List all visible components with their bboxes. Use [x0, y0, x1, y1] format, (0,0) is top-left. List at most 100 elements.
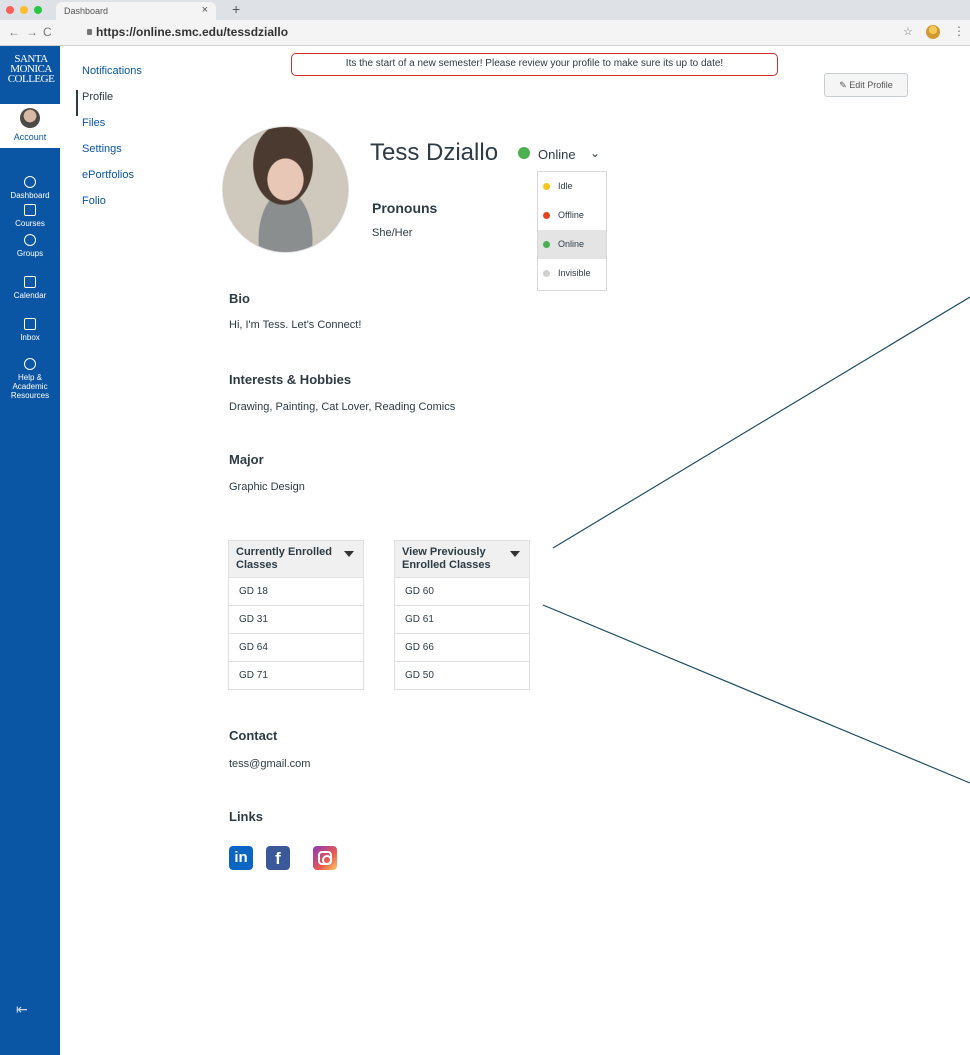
- browser-profile-avatar[interactable]: [926, 25, 940, 39]
- global-nav-courses[interactable]: Courses: [0, 204, 60, 228]
- global-nav-dashboard[interactable]: Dashboard: [0, 176, 60, 200]
- chevron-down-icon[interactable]: ⌄: [590, 146, 600, 160]
- major-value: Graphic Design: [229, 481, 305, 493]
- minimize-window-icon[interactable]: [20, 6, 28, 14]
- linkedin-icon[interactable]: in: [229, 846, 253, 870]
- caret-down-icon: [510, 551, 520, 557]
- edit-profile-label: Edit Profile: [849, 80, 893, 90]
- subnav-profile[interactable]: Profile: [76, 90, 180, 116]
- global-nav-calendar[interactable]: Calendar: [0, 276, 60, 300]
- inbox-icon: [24, 318, 36, 330]
- url-text: https://online.smc.edu/tessdziallo: [96, 25, 289, 39]
- maximize-window-icon[interactable]: [34, 6, 42, 14]
- current-classes-dropdown[interactable]: Currently Enrolled Classes: [229, 541, 363, 577]
- status-offline-icon: [543, 212, 550, 219]
- subnav-eportfolios[interactable]: ePortfolios: [80, 168, 180, 194]
- contact-email[interactable]: tess@gmail.com: [229, 758, 310, 770]
- edit-profile-button[interactable]: ✎ Edit Profile: [824, 73, 908, 97]
- class-row[interactable]: GD 66: [395, 633, 529, 661]
- account-avatar: [20, 108, 40, 128]
- status-option-offline[interactable]: Offline: [538, 201, 606, 230]
- status-dropdown: Idle Offline Online Invisible: [537, 171, 607, 291]
- address-bar: ← → C https://online.smc.edu/tessdziallo…: [0, 20, 970, 46]
- major-heading: Major: [229, 452, 264, 467]
- global-nav-label: Dashboard: [10, 191, 50, 200]
- status-option-online[interactable]: Online: [538, 230, 606, 259]
- account-sub-nav: Notifications Profile Files Settings ePo…: [76, 64, 180, 220]
- class-row[interactable]: GD 71: [229, 661, 363, 689]
- status-selector[interactable]: Online: [538, 147, 576, 162]
- subnav-notifications[interactable]: Notifications: [80, 64, 180, 90]
- status-option-idle[interactable]: Idle: [538, 172, 606, 201]
- dashboard-icon: [24, 176, 36, 188]
- pronouns-heading: Pronouns: [372, 200, 438, 216]
- current-classes-heading: Currently Enrolled Classes: [236, 546, 332, 571]
- bio-value: Hi, I'm Tess. Let's Connect!: [229, 319, 362, 331]
- collapse-nav-icon[interactable]: ⇤: [16, 1001, 28, 1018]
- tab-close-icon[interactable]: ×: [202, 4, 208, 16]
- instagram-glyph: [318, 851, 332, 865]
- previous-classes-table: View Previously Enrolled Classes GD 60 G…: [394, 540, 530, 690]
- subnav-files[interactable]: Files: [80, 116, 180, 142]
- courses-icon: [24, 204, 36, 216]
- status-option-label: Invisible: [558, 268, 591, 278]
- url-field[interactable]: https://online.smc.edu/tessdziallo: [84, 25, 288, 39]
- status-option-label: Idle: [558, 181, 573, 191]
- logo-line: COLLEGE: [7, 73, 55, 85]
- interests-heading: Interests & Hobbies: [229, 372, 352, 387]
- global-nav-label: Groups: [16, 249, 44, 258]
- class-row[interactable]: GD 60: [395, 577, 529, 605]
- back-icon[interactable]: ←: [8, 25, 20, 39]
- reload-icon[interactable]: C: [43, 25, 52, 39]
- global-nav-inbox[interactable]: Inbox: [0, 318, 60, 342]
- previous-classes-dropdown[interactable]: View Previously Enrolled Classes: [395, 541, 529, 577]
- groups-icon: [24, 234, 36, 246]
- status-idle-icon: [543, 183, 550, 190]
- tab-title: Dashboard: [64, 6, 109, 16]
- instagram-icon[interactable]: [313, 846, 337, 870]
- subnav-folio[interactable]: Folio: [80, 194, 180, 220]
- caret-down-icon: [344, 551, 354, 557]
- profile-photo: [222, 126, 349, 253]
- status-invisible-icon: [543, 270, 550, 277]
- global-nav-label: Account: [13, 132, 47, 142]
- profile-name: Tess Dziallo: [370, 139, 499, 166]
- current-classes-table: Currently Enrolled Classes GD 18 GD 31 G…: [228, 540, 364, 690]
- class-row[interactable]: GD 61: [395, 605, 529, 633]
- close-window-icon[interactable]: [6, 6, 14, 14]
- class-row[interactable]: GD 18: [229, 577, 363, 605]
- links-heading: Links: [229, 809, 263, 824]
- browser-tab[interactable]: Dashboard ×: [56, 2, 216, 20]
- new-tab-button[interactable]: +: [232, 1, 240, 17]
- global-nav-help[interactable]: Help & Academic Resources: [0, 358, 60, 400]
- pronouns-value: She/Her: [372, 227, 413, 239]
- global-nav: SANTA MONICA COLLEGE Account Dashboard C…: [0, 46, 60, 1055]
- class-row[interactable]: GD 31: [229, 605, 363, 633]
- bio-heading: Bio: [229, 291, 250, 306]
- class-row[interactable]: GD 64: [229, 633, 363, 661]
- status-option-invisible[interactable]: Invisible: [538, 259, 606, 288]
- help-icon: [24, 358, 36, 370]
- global-nav-label: Help & Academic Resources: [10, 373, 50, 400]
- calendar-icon: [24, 276, 36, 288]
- college-logo[interactable]: SANTA MONICA COLLEGE: [4, 54, 58, 85]
- status-online-icon: [543, 241, 550, 248]
- facebook-icon[interactable]: f: [266, 846, 290, 870]
- global-nav-groups[interactable]: Groups: [0, 234, 60, 258]
- main-content: Notifications Profile Files Settings ePo…: [60, 46, 970, 1055]
- class-row[interactable]: GD 50: [395, 661, 529, 689]
- status-option-label: Offline: [558, 210, 584, 220]
- subnav-settings[interactable]: Settings: [80, 142, 180, 168]
- global-nav-label: Inbox: [20, 333, 40, 342]
- semester-banner: Its the start of a new semester! Please …: [291, 53, 778, 76]
- status-online-icon: [518, 147, 530, 159]
- browser-menu-icon[interactable]: ⋮: [953, 24, 965, 38]
- forward-icon[interactable]: →: [26, 25, 38, 39]
- bookmark-star-icon[interactable]: ☆: [903, 25, 913, 38]
- previous-classes-heading: View Previously Enrolled Classes: [402, 546, 491, 571]
- contact-heading: Contact: [229, 728, 278, 743]
- global-nav-label: Courses: [15, 219, 45, 228]
- global-nav-account[interactable]: Account: [0, 104, 60, 148]
- interests-value: Drawing, Painting, Cat Lover, Reading Co…: [229, 401, 456, 413]
- status-option-label: Online: [558, 239, 585, 249]
